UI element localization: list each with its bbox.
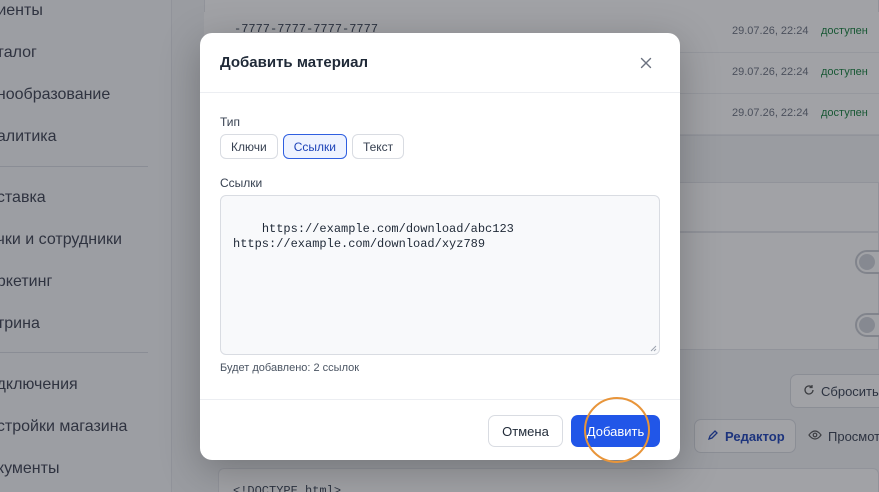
dialog-title: Добавить материал xyxy=(220,54,369,71)
type-option-links[interactable]: Ссылки xyxy=(282,134,347,159)
close-button[interactable] xyxy=(636,53,656,73)
links-count-hint: Будет добавлено: 2 ссылок xyxy=(220,362,360,374)
cancel-button[interactable]: Отмена xyxy=(488,415,563,447)
links-label: Ссылки xyxy=(220,176,263,190)
type-label: Тип xyxy=(220,115,241,129)
links-textarea[interactable]: https://example.com/download/abc123 http… xyxy=(220,195,660,355)
add-material-dialog: Добавить материал Тип Ключи Ссылки Текст… xyxy=(200,33,680,460)
add-button[interactable]: Добавить xyxy=(571,415,660,447)
links-textarea-value: https://example.com/download/abc123 http… xyxy=(233,222,514,251)
type-option-text[interactable]: Текст xyxy=(351,134,405,159)
dialog-header: Добавить материал xyxy=(200,33,680,93)
close-icon xyxy=(640,57,652,69)
type-selector: Ключи Ссылки Текст xyxy=(220,134,405,159)
type-option-keys[interactable]: Ключи xyxy=(220,134,278,159)
dialog-footer: Отмена Добавить xyxy=(200,399,680,460)
resize-handle-icon[interactable] xyxy=(650,345,657,352)
